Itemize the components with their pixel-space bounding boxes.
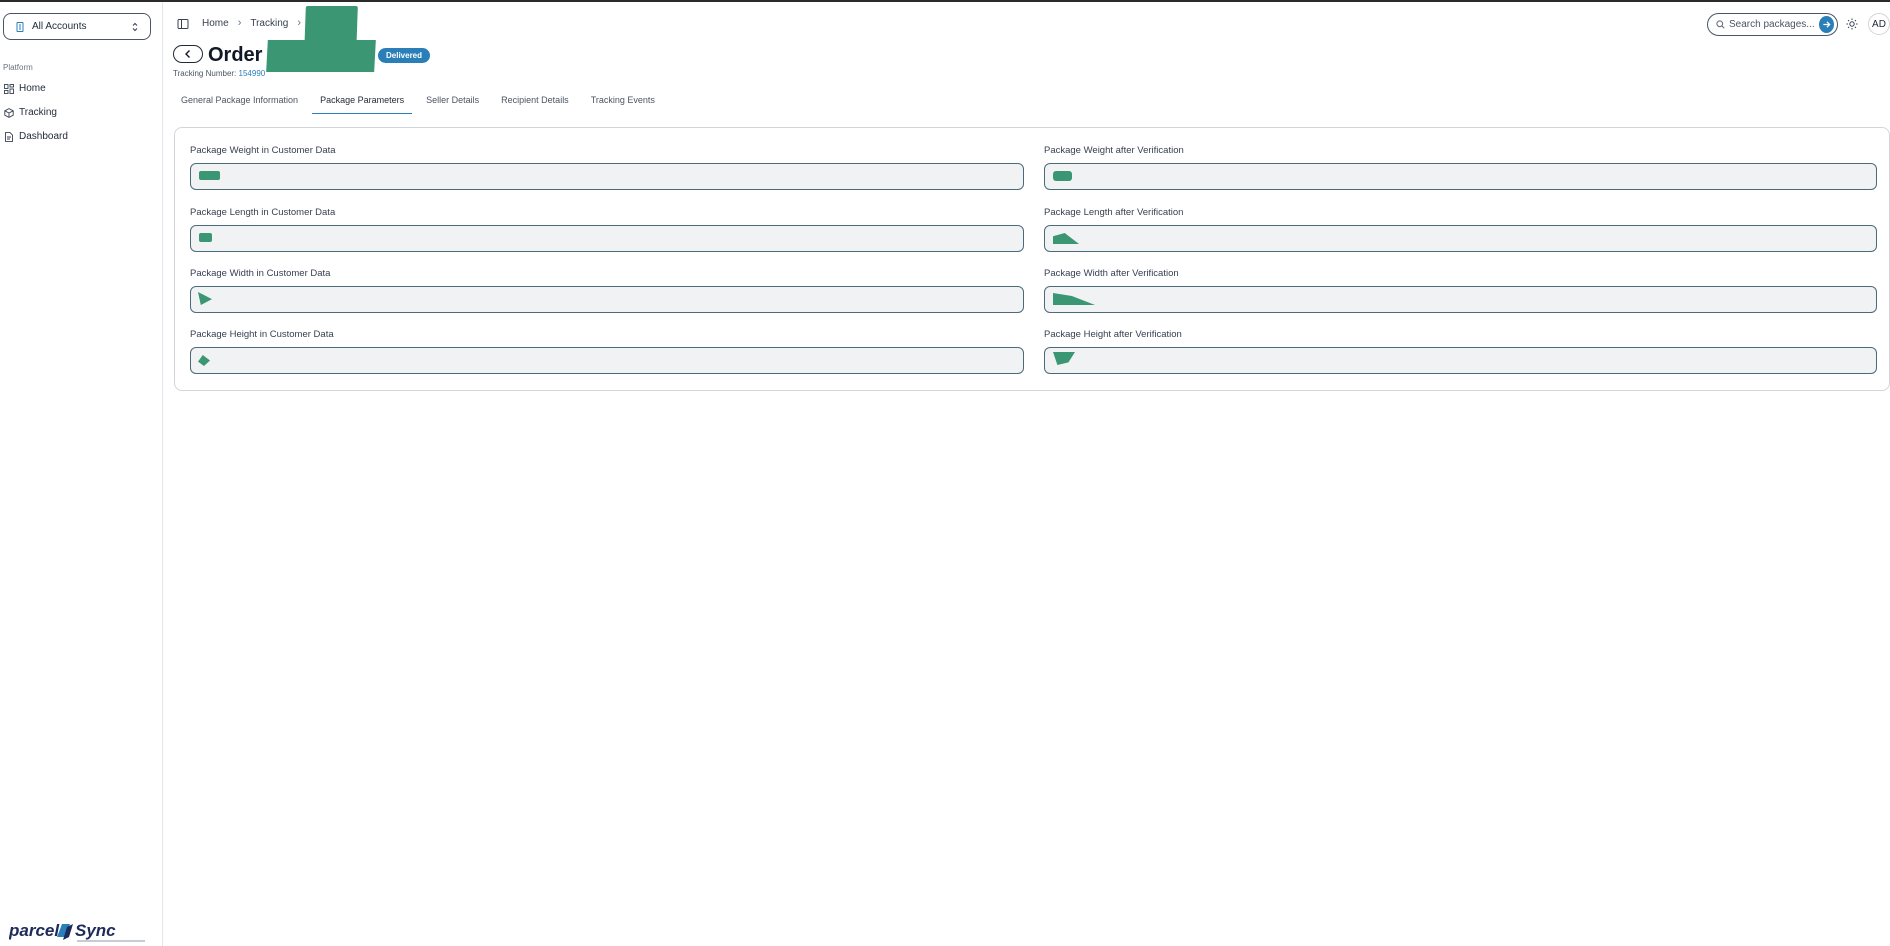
tab-package-parameters[interactable]: Package Parameters bbox=[312, 91, 413, 114]
sidebar-item-label: Dashboard bbox=[19, 131, 68, 142]
redaction-mark bbox=[198, 292, 212, 305]
height-customer-field[interactable] bbox=[190, 347, 1024, 374]
search-field[interactable] bbox=[1707, 13, 1838, 36]
sidebar-item-tracking[interactable]: Tracking bbox=[4, 107, 57, 118]
width-customer-label: Package Width in Customer Data bbox=[190, 268, 331, 279]
sidebar-item-label: Home bbox=[19, 83, 46, 94]
sidebar-group-label: Platform bbox=[3, 63, 33, 72]
height-verified-label: Package Height after Verification bbox=[1044, 329, 1182, 340]
sidebar-item-label: Tracking bbox=[19, 107, 57, 118]
account-selector[interactable]: All Accounts bbox=[3, 13, 151, 40]
tab-tracking-events[interactable]: Tracking Events bbox=[583, 91, 663, 114]
search-input[interactable] bbox=[1729, 19, 1819, 30]
back-button[interactable] bbox=[173, 45, 203, 63]
length-verified-field[interactable] bbox=[1044, 225, 1877, 252]
tab-general-package-information[interactable]: General Package Information bbox=[173, 91, 306, 114]
redaction-mark bbox=[198, 355, 210, 366]
tab-seller-details[interactable]: Seller Details bbox=[418, 91, 487, 114]
breadcrumb-separator-icon: › bbox=[297, 17, 302, 29]
search-submit-button[interactable] bbox=[1819, 16, 1834, 33]
length-verified-label: Package Length after Verification bbox=[1044, 207, 1184, 218]
redaction-mark bbox=[1053, 352, 1075, 365]
weight-customer-field[interactable] bbox=[190, 163, 1024, 190]
breadcrumb-home[interactable]: Home bbox=[202, 18, 229, 29]
svg-text:Sync: Sync bbox=[75, 921, 116, 940]
avatar[interactable]: AD bbox=[1868, 13, 1890, 35]
theme-toggle-sun-icon[interactable] bbox=[1846, 17, 1858, 30]
redaction-mark bbox=[266, 40, 376, 72]
width-verified-label: Package Width after Verification bbox=[1044, 268, 1179, 279]
redaction-mark bbox=[199, 233, 212, 242]
parcelsync-logo: parcel Sync bbox=[9, 921, 145, 942]
tracking-number-value[interactable]: 154990 bbox=[239, 69, 266, 78]
account-selector-label: All Accounts bbox=[32, 21, 87, 32]
chevron-up-down-icon bbox=[130, 21, 140, 33]
tab-bar: General Package Information Package Para… bbox=[173, 91, 669, 114]
search-icon bbox=[1716, 20, 1725, 29]
page-title: Order bbox=[208, 44, 263, 66]
svg-text:parcel: parcel bbox=[9, 921, 60, 940]
sidebar-item-home[interactable]: Home bbox=[4, 83, 46, 94]
arrow-right-icon bbox=[1823, 21, 1831, 28]
tracking-number-line: Tracking Number: 154990 bbox=[173, 69, 265, 78]
redaction-mark bbox=[199, 171, 220, 180]
redaction-mark bbox=[1053, 293, 1095, 305]
weight-verified-field[interactable] bbox=[1044, 163, 1877, 190]
length-customer-field[interactable] bbox=[190, 225, 1024, 252]
breadcrumb-separator-icon: › bbox=[237, 17, 242, 29]
width-customer-field[interactable] bbox=[190, 286, 1024, 313]
chevron-left-icon bbox=[185, 50, 190, 58]
weight-customer-label: Package Weight in Customer Data bbox=[190, 145, 336, 156]
document-icon bbox=[5, 131, 13, 142]
length-customer-label: Package Length in Customer Data bbox=[190, 207, 336, 218]
redaction-mark bbox=[1053, 171, 1072, 181]
width-verified-field[interactable] bbox=[1044, 286, 1877, 313]
sidebar: All Accounts Platform Home Tracking Dash… bbox=[0, 2, 163, 946]
package-icon bbox=[4, 107, 14, 118]
sidebar-toggle-icon[interactable] bbox=[177, 17, 189, 29]
weight-verified-label: Package Weight after Verification bbox=[1044, 145, 1184, 156]
sidebar-item-dashboard[interactable]: Dashboard bbox=[4, 131, 68, 142]
redaction-mark bbox=[1053, 233, 1079, 244]
tracking-number-label: Tracking Number: bbox=[173, 69, 237, 78]
dashboard-grid-icon bbox=[4, 83, 14, 94]
building-icon bbox=[14, 21, 26, 33]
breadcrumb-tracking[interactable]: Tracking bbox=[250, 18, 288, 29]
package-parameters-card: Package Weight in Customer Data Package … bbox=[174, 127, 1890, 391]
height-verified-field[interactable] bbox=[1044, 347, 1877, 374]
height-customer-label: Package Height in Customer Data bbox=[190, 329, 334, 340]
breadcrumb: Home › Tracking › bbox=[202, 17, 310, 29]
tab-recipient-details[interactable]: Recipient Details bbox=[493, 91, 577, 114]
status-badge: Delivered bbox=[378, 48, 431, 63]
top-header: Home › Tracking › AD bbox=[165, 2, 1890, 44]
